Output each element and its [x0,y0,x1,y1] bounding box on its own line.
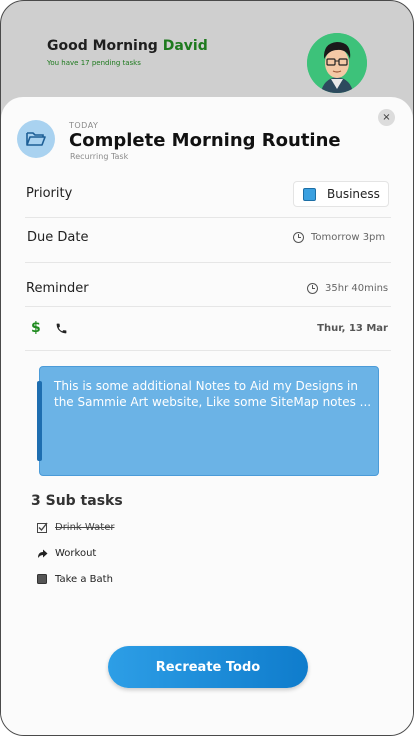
divider [25,262,391,263]
divider [25,217,391,218]
task-overline: TODAY [69,121,99,130]
reminder-value: 35hr 40mins [325,283,389,294]
clock-icon [307,283,318,294]
dollar-icon[interactable]: $ [31,320,41,336]
notes-text: This is some additional Notes to Aid my … [54,379,372,409]
subtask-item[interactable]: Workout [37,548,96,559]
greeting-text: Good Morning [47,38,158,54]
greeting-title: Good Morning David [47,38,208,54]
folder-open-icon [26,132,46,146]
due-date-label: Due Date [27,230,89,245]
due-date-value: Tomorrow 3pm [311,232,386,243]
subtask-label: Drink Water [55,522,115,533]
subtask-item[interactable]: Take a Bath [37,574,113,585]
priority-value: Business [327,187,380,201]
filled-box-icon[interactable] [37,574,48,585]
subtask-label: Take a Bath [55,574,113,585]
user-name: David [162,38,208,54]
task-title: Complete Morning Routine [69,130,341,151]
folder-icon-badge [17,120,55,158]
clock-icon [293,232,304,243]
phone-icon[interactable] [55,322,68,338]
task-subtitle: Recurring Task [70,152,129,161]
priority-label: Priority [26,186,73,201]
divider [25,350,391,351]
priority-color-swatch [303,187,316,201]
forward-arrow-icon[interactable] [37,548,48,559]
recreate-todo-button[interactable]: Recreate Todo [108,646,308,688]
avatar[interactable] [307,33,367,93]
due-date-field[interactable]: Tomorrow 3pm [293,232,385,243]
reminder-label: Reminder [26,281,89,296]
pending-tasks-text: You have 17 pending tasks [47,59,141,67]
subtask-label: Workout [55,548,97,559]
avatar-icon [307,33,367,93]
close-button[interactable]: × [378,109,395,126]
checked-box-icon[interactable] [37,522,48,533]
task-date: Thur, 13 Mar [317,323,388,334]
reminder-field[interactable]: 35hr 40mins [307,283,388,294]
priority-selector[interactable]: Business [293,181,389,207]
notes-accent-bar [37,381,42,461]
phone-frame: Good Morning David You have 17 pending t… [0,0,414,736]
subtasks-heading: 3 Sub tasks [31,493,123,509]
phone-glyph [56,323,67,334]
notes-box[interactable]: This is some additional Notes to Aid my … [37,366,379,476]
divider [25,306,391,307]
subtask-item[interactable]: Drink Water [37,522,114,533]
